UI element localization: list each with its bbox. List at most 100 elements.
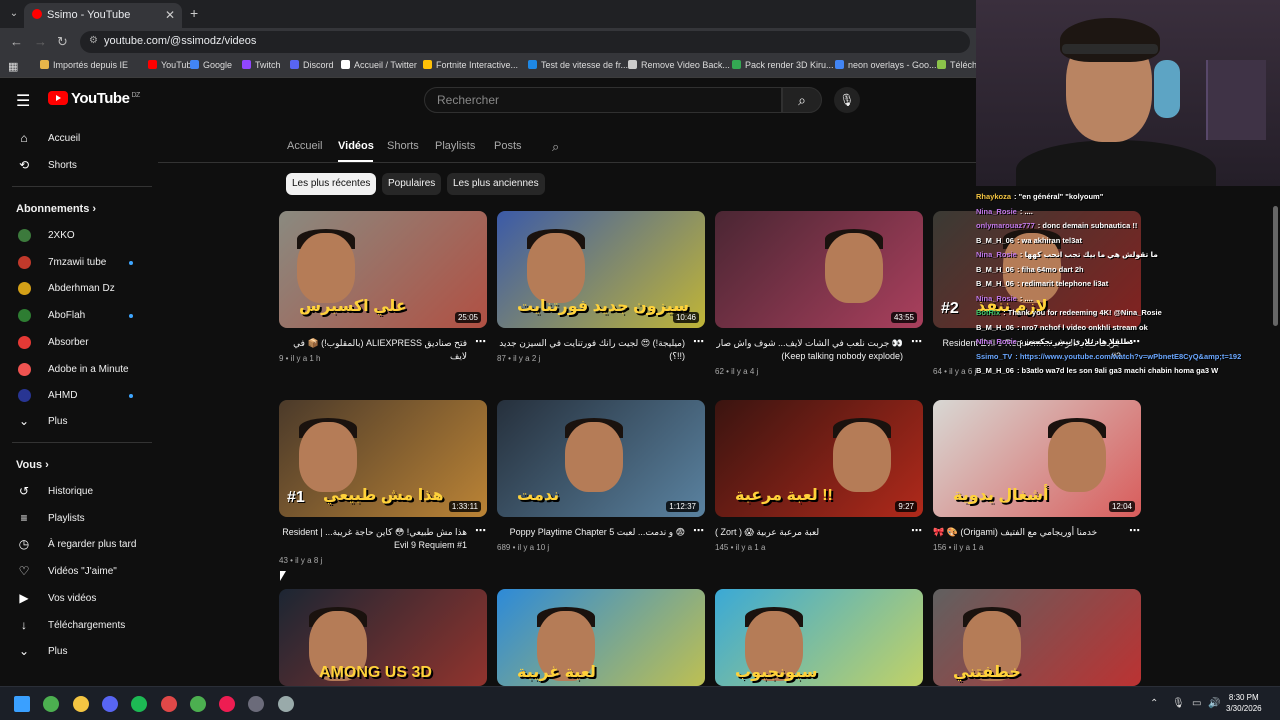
sidebar-item[interactable]: AboFlah: [16, 305, 154, 327]
sort-chip[interactable]: Les plus récentes: [286, 173, 377, 195]
video-title[interactable]: 🎀 🎨 (Origami) خدمنا أوريجامي مع الفتيف: [933, 526, 1121, 539]
video-thumbnail[interactable]: علي اكسبرس 25:05: [279, 211, 487, 328]
video-thumbnail[interactable]: أشغال يدوية 12:04: [933, 400, 1141, 517]
settings-icon[interactable]: [277, 696, 294, 712]
bookmark-item[interactable]: Pack render 3D Kiru...: [732, 60, 834, 70]
tray-volume-icon[interactable]: 🔊: [1208, 698, 1220, 709]
close-tab-icon[interactable]: ✕: [165, 8, 175, 22]
video-thumbnail[interactable]: لعبة مرعبة !! 9:27: [715, 400, 923, 517]
back-icon[interactable]: ←: [10, 34, 23, 49]
video-more-icon[interactable]: ⋯: [911, 335, 922, 348]
search-button[interactable]: ⌕: [782, 87, 822, 113]
video-more-icon[interactable]: ⋯: [1129, 524, 1140, 537]
channel-search-icon[interactable]: ⌕: [552, 139, 559, 155]
sidebar-item[interactable]: Adobe in a Minute: [16, 359, 154, 381]
sidebar-item[interactable]: 2XKO: [16, 225, 154, 247]
menu-icon[interactable]: ☰: [16, 91, 30, 111]
thumbnail-person-face: [299, 422, 357, 492]
voice-search-button[interactable]: 🎙: [834, 87, 860, 113]
video-thumbnail[interactable]: سبونجبوب: [715, 589, 923, 686]
scrollbar-thumb[interactable]: [1273, 206, 1278, 326]
bookmark-item[interactable]: Twitch: [242, 60, 281, 70]
new-tab-icon[interactable]: +: [190, 5, 198, 21]
sidebar-item[interactable]: ↓ Téléchargements: [16, 615, 154, 637]
url-field[interactable]: ⚙ youtube.com/@ssimodz/videos: [80, 31, 970, 53]
page-scrollbar[interactable]: [1271, 186, 1280, 686]
sort-chip[interactable]: Les plus anciennes: [447, 173, 545, 195]
video-thumbnail[interactable]: AMONG US 3D: [279, 589, 487, 686]
windows-start-icon[interactable]: [14, 696, 30, 712]
video-thumbnail[interactable]: ندمت 1:12:37: [497, 400, 705, 517]
browser-tab[interactable]: Ssimo - YouTube ✕: [24, 3, 182, 28]
chat-text: : https://www.youtube.com/watch?v=wPbnet…: [1015, 351, 1242, 361]
sidebar-item[interactable]: ▶ Vos vidéos: [16, 588, 154, 610]
video-thumbnail[interactable]: 43:55: [715, 211, 923, 328]
sidebar-item[interactable]: ♡ Vidéos "J'aime": [16, 561, 154, 583]
video-more-icon[interactable]: ⋯: [475, 524, 486, 537]
thumbnail-overlay-text: AMONG US 3D: [319, 664, 432, 681]
sidebar-item[interactable]: 7mzawii tube: [16, 252, 154, 274]
youtube-logo[interactable]: YouTube DZ: [48, 90, 140, 107]
sidebar-subs-more[interactable]: ⌄ Plus: [16, 411, 154, 433]
tab-search-icon[interactable]: ⌄: [6, 6, 22, 22]
bookmark-item[interactable]: Fortnite Interactive...: [423, 60, 518, 70]
subscriptions-header[interactable]: Abonnements ›: [16, 203, 96, 215]
tiktok-icon[interactable]: [219, 696, 236, 712]
tray-mic-icon[interactable]: 🎙: [1172, 698, 1185, 709]
bookmark-item[interactable]: Remove Video Back...: [628, 60, 730, 70]
video-more-icon[interactable]: ⋯: [693, 335, 704, 348]
video-title[interactable]: 👀 جربت نلعب في الشات لايف... شوف واش صار…: [715, 337, 903, 363]
spotify-icon[interactable]: [131, 696, 148, 712]
video-more-icon[interactable]: ⋯: [475, 335, 486, 348]
video-thumbnail[interactable]: خطفتني: [933, 589, 1141, 686]
video-more-icon[interactable]: ⋯: [911, 524, 922, 537]
app-icon[interactable]: [160, 696, 177, 712]
sidebar-item[interactable]: AHMD: [16, 385, 154, 407]
stream-chat-overlay: Rhaykoza: "en général" "kolyoum" Nina_Ros…: [976, 186, 1280, 386]
tab-vidéos[interactable]: Vidéos: [338, 140, 374, 152]
reload-icon[interactable]: ↻: [57, 34, 68, 50]
sidebar-item[interactable]: ◷ À regarder plus tard: [16, 534, 154, 556]
bookmark-item[interactable]: Importés depuis IE: [40, 60, 128, 70]
sidebar-item[interactable]: Abderhman Dz: [16, 278, 154, 300]
video-thumbnail[interactable]: هذا مش طبيعي #1 1:33:11: [279, 400, 487, 517]
file-explorer-icon[interactable]: [72, 696, 89, 712]
sidebar-item[interactable]: ↺ Historique: [16, 481, 154, 503]
chrome-alt-icon[interactable]: [189, 696, 206, 712]
you-header[interactable]: Vous ›: [16, 459, 49, 471]
discord-icon[interactable]: [101, 696, 118, 712]
bookmark-item[interactable]: Google: [190, 60, 232, 70]
sidebar-item[interactable]: ≡ Playlists: [16, 508, 154, 530]
bookmark-item[interactable]: Discord: [290, 60, 334, 70]
forward-icon[interactable]: →: [34, 34, 47, 49]
video-title[interactable]: هذا مش طبيعي! 😳 كاين حاجة غريبة... | Res…: [279, 526, 467, 552]
apps-grid-icon[interactable]: ▦: [8, 60, 18, 73]
video-title[interactable]: 😨 و ندمت... لعبت Poppy Playtime Chapter …: [497, 526, 685, 539]
tray-network-icon[interactable]: ▭: [1192, 698, 1201, 709]
shorts-icon: ⟲: [18, 158, 30, 172]
bookmark-item[interactable]: Accueil / Twitter: [341, 60, 417, 70]
video-thumbnail[interactable]: سيزون جديد فورتنايت 10:46: [497, 211, 705, 328]
you-header-label: Vous: [16, 459, 43, 471]
video-more-icon[interactable]: ⋯: [693, 524, 704, 537]
video-thumbnail[interactable]: لعبة غريبة: [497, 589, 705, 686]
tab-playlists[interactable]: Playlists: [435, 140, 475, 152]
search-input[interactable]: Rechercher: [424, 87, 782, 113]
sidebar-item[interactable]: Absorber: [16, 332, 154, 354]
chrome-icon[interactable]: [43, 696, 60, 712]
bookmark-label: Google: [203, 60, 233, 70]
bookmark-item[interactable]: neon overlays - Goo...: [835, 60, 937, 70]
tab-posts[interactable]: Posts: [494, 140, 522, 152]
sort-chip[interactable]: Populaires: [382, 173, 442, 195]
taskbar-clock[interactable]: 8:30 PM 3/30/2026: [1226, 692, 1262, 714]
site-info-icon[interactable]: ⚙: [89, 35, 98, 46]
sidebar-item[interactable]: ⌂ Accueil: [16, 128, 154, 150]
bookmark-item[interactable]: Test de vitesse de fr...: [528, 60, 628, 70]
tray-chevron-icon[interactable]: ⌃: [1150, 698, 1158, 709]
video-title[interactable]: ( Zort ) 😱 لعبة مرعبة عربية: [715, 526, 903, 539]
obs-icon[interactable]: [248, 696, 265, 712]
tab-accueil[interactable]: Accueil: [287, 140, 322, 152]
sidebar-item[interactable]: ⌄ Plus: [16, 641, 154, 663]
sidebar-item[interactable]: ⟲ Shorts: [16, 155, 154, 177]
tab-shorts[interactable]: Shorts: [387, 140, 419, 152]
